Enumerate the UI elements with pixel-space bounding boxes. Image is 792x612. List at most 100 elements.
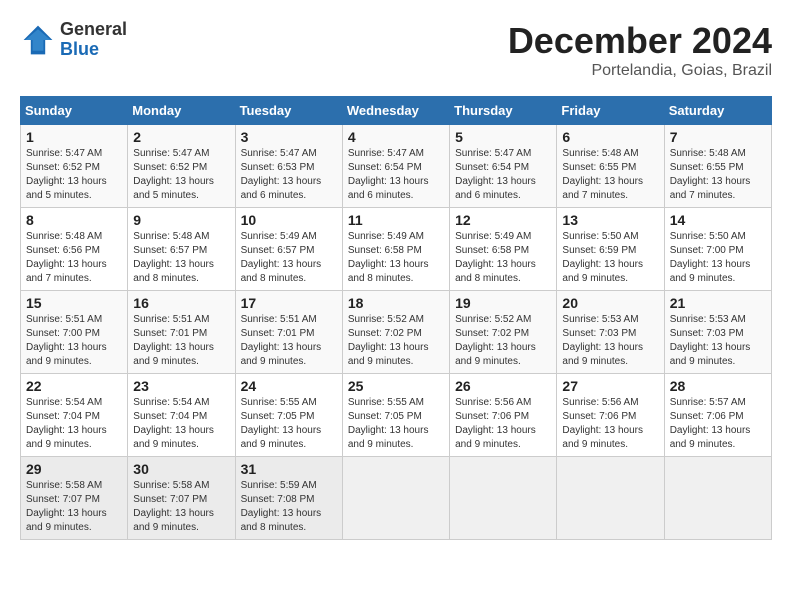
calendar-cell: 19Sunrise: 5:52 AMSunset: 7:02 PMDayligh… [450,291,557,374]
day-number: 20 [562,295,658,311]
day-number: 17 [241,295,337,311]
day-number: 25 [348,378,444,394]
day-info: Sunrise: 5:48 AMSunset: 6:56 PMDaylight:… [26,230,122,286]
day-number: 28 [670,378,766,394]
calendar-cell: 3 Sunrise: 5:47 AMSunset: 6:53 PMDaylight… [235,125,342,208]
day-number: 27 [562,378,658,394]
day-number: 26 [455,378,551,394]
calendar-cell: 26Sunrise: 5:56 AMSunset: 7:06 PMDayligh… [450,374,557,457]
calendar-cell: 25 Sunrise: 5:55 AMSunset: 7:05 PMDayligh… [342,374,449,457]
title-block: December 2024 Portelandia, Goias, Brazil [508,20,772,80]
day-info: Sunrise: 5:47 AMSunset: 6:53 PMDaylight:… [241,147,337,203]
logo-general: General [60,20,127,40]
day-info: Sunrise: 5:51 AMSunset: 7:01 PMDaylight:… [133,313,229,369]
calendar-cell: 23Sunrise: 5:54 AMSunset: 7:04 PMDayligh… [128,374,235,457]
month-title: December 2024 [508,20,772,62]
calendar-cell: 29 Sunrise: 5:58 AMSunset: 7:07 PMDayligh… [21,457,128,540]
calendar-cell [664,457,771,540]
calendar-cell: 7 Sunrise: 5:48 AMSunset: 6:55 PMDaylight… [664,125,771,208]
day-number: 6 [562,129,658,145]
calendar-cell: 10Sunrise: 5:49 AMSunset: 6:57 PMDayligh… [235,208,342,291]
calendar-cell: 9 Sunrise: 5:48 AMSunset: 6:57 PMDaylight… [128,208,235,291]
calendar-week-2: 8 Sunrise: 5:48 AMSunset: 6:56 PMDaylight… [21,208,772,291]
calendar-week-1: 1 Sunrise: 5:47 AMSunset: 6:52 PMDaylight… [21,125,772,208]
day-number: 8 [26,212,122,228]
calendar-week-4: 22 Sunrise: 5:54 AMSunset: 7:04 PMDayligh… [21,374,772,457]
day-number: 22 [26,378,122,394]
day-info: Sunrise: 5:55 AMSunset: 7:05 PMDaylight:… [241,396,337,452]
day-info: Sunrise: 5:48 AMSunset: 6:55 PMDaylight:… [562,147,658,203]
weekday-header-wednesday: Wednesday [342,97,449,125]
day-number: 29 [26,461,122,477]
calendar-cell: 16Sunrise: 5:51 AMSunset: 7:01 PMDayligh… [128,291,235,374]
day-info: Sunrise: 5:56 AMSunset: 7:06 PMDaylight:… [562,396,658,452]
calendar-cell: 17 Sunrise: 5:51 AMSunset: 7:01 PMDayligh… [235,291,342,374]
calendar-cell: 15 Sunrise: 5:51 AMSunset: 7:00 PMDayligh… [21,291,128,374]
day-number: 24 [241,378,337,394]
day-number: 7 [670,129,766,145]
day-info: Sunrise: 5:52 AMSunset: 7:02 PMDaylight:… [455,313,551,369]
calendar-cell: 11 Sunrise: 5:49 AMSunset: 6:58 PMDayligh… [342,208,449,291]
weekday-header-tuesday: Tuesday [235,97,342,125]
logo: General Blue [20,20,127,60]
day-info: Sunrise: 5:58 AMSunset: 7:07 PMDaylight:… [133,479,229,535]
weekday-header-thursday: Thursday [450,97,557,125]
day-number: 18 [348,295,444,311]
day-number: 21 [670,295,766,311]
calendar-cell: 12Sunrise: 5:49 AMSunset: 6:58 PMDayligh… [450,208,557,291]
calendar-week-3: 15 Sunrise: 5:51 AMSunset: 7:00 PMDayligh… [21,291,772,374]
calendar-cell [450,457,557,540]
day-number: 10 [241,212,337,228]
logo-text: General Blue [60,20,127,60]
day-info: Sunrise: 5:48 AMSunset: 6:55 PMDaylight:… [670,147,766,203]
day-info: Sunrise: 5:47 AMSunset: 6:52 PMDaylight:… [26,147,122,203]
weekday-header-row: SundayMondayTuesdayWednesdayThursdayFrid… [21,97,772,125]
day-info: Sunrise: 5:48 AMSunset: 6:57 PMDaylight:… [133,230,229,286]
day-info: Sunrise: 5:55 AMSunset: 7:05 PMDaylight:… [348,396,444,452]
calendar-cell: 21Sunrise: 5:53 AMSunset: 7:03 PMDayligh… [664,291,771,374]
weekday-header-friday: Friday [557,97,664,125]
day-number: 12 [455,212,551,228]
day-number: 3 [241,129,337,145]
day-info: Sunrise: 5:49 AMSunset: 6:58 PMDaylight:… [348,230,444,286]
day-info: Sunrise: 5:47 AMSunset: 6:54 PMDaylight:… [348,147,444,203]
day-info: Sunrise: 5:47 AMSunset: 6:54 PMDaylight:… [455,147,551,203]
day-number: 4 [348,129,444,145]
weekday-header-saturday: Saturday [664,97,771,125]
calendar-week-5: 29 Sunrise: 5:58 AMSunset: 7:07 PMDayligh… [21,457,772,540]
day-info: Sunrise: 5:58 AMSunset: 7:07 PMDaylight:… [26,479,122,535]
calendar-cell [557,457,664,540]
day-number: 11 [348,212,444,228]
calendar-cell: 28 Sunrise: 5:57 AMSunset: 7:06 PMDayligh… [664,374,771,457]
calendar-cell: 5 Sunrise: 5:47 AMSunset: 6:54 PMDaylight… [450,125,557,208]
calendar-table: SundayMondayTuesdayWednesdayThursdayFrid… [20,96,772,540]
day-info: Sunrise: 5:51 AMSunset: 7:01 PMDaylight:… [241,313,337,369]
day-number: 9 [133,212,229,228]
day-info: Sunrise: 5:57 AMSunset: 7:06 PMDaylight:… [670,396,766,452]
day-info: Sunrise: 5:51 AMSunset: 7:00 PMDaylight:… [26,313,122,369]
calendar-cell [342,457,449,540]
day-number: 13 [562,212,658,228]
day-number: 2 [133,129,229,145]
day-info: Sunrise: 5:59 AMSunset: 7:08 PMDaylight:… [241,479,337,535]
calendar-cell: 22 Sunrise: 5:54 AMSunset: 7:04 PMDayligh… [21,374,128,457]
day-number: 23 [133,378,229,394]
day-number: 15 [26,295,122,311]
calendar-cell: 13Sunrise: 5:50 AMSunset: 6:59 PMDayligh… [557,208,664,291]
day-number: 5 [455,129,551,145]
day-number: 31 [241,461,337,477]
day-info: Sunrise: 5:54 AMSunset: 7:04 PMDaylight:… [26,396,122,452]
weekday-header-sunday: Sunday [21,97,128,125]
calendar-cell: 14Sunrise: 5:50 AMSunset: 7:00 PMDayligh… [664,208,771,291]
calendar-cell: 31 Sunrise: 5:59 AMSunset: 7:08 PMDayligh… [235,457,342,540]
logo-blue: Blue [60,40,127,60]
calendar-cell: 1 Sunrise: 5:47 AMSunset: 6:52 PMDaylight… [21,125,128,208]
calendar-cell: 6 Sunrise: 5:48 AMSunset: 6:55 PMDaylight… [557,125,664,208]
day-info: Sunrise: 5:50 AMSunset: 7:00 PMDaylight:… [670,230,766,286]
calendar-cell: 8 Sunrise: 5:48 AMSunset: 6:56 PMDaylight… [21,208,128,291]
calendar-cell: 27 Sunrise: 5:56 AMSunset: 7:06 PMDayligh… [557,374,664,457]
logo-icon [20,22,56,58]
day-number: 1 [26,129,122,145]
location: Portelandia, Goias, Brazil [508,62,772,80]
day-info: Sunrise: 5:47 AMSunset: 6:52 PMDaylight:… [133,147,229,203]
